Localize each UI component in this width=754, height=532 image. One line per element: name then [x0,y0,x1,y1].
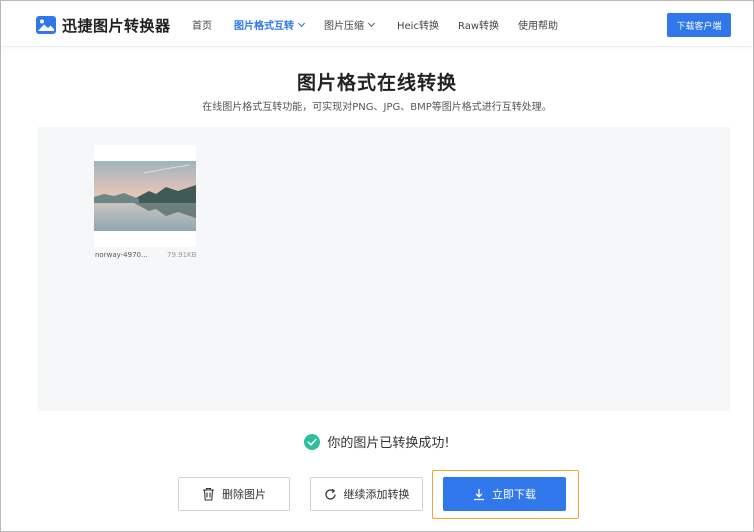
chevron-down-icon [297,22,306,27]
nav-label: Heic转换 [397,20,439,32]
trash-icon [203,487,214,501]
nav-item-compress[interactable]: 图片压缩 [324,17,376,32]
logo-text: 迅捷图片转换器 [62,16,171,35]
nav-label: Raw转换 [458,20,500,32]
continue-add-button[interactable]: 继续添加转换 [310,477,423,511]
nav-label: 图片格式互转 [234,20,294,32]
download-now-button[interactable]: 立即下载 [443,477,566,511]
file-work-area: norway-4970... 79.91KB [37,127,730,411]
conversion-status: 你的图片已转换成功! [0,432,754,451]
site-header: 迅捷图片转换器 首页 图片格式互转 图片压缩 Heic转换 Raw转换 使用帮助… [1,1,753,47]
download-icon [474,488,484,500]
nav-label: 首页 [192,20,212,32]
delete-image-button[interactable]: 删除图片 [178,477,290,511]
delete-label: 删除图片 [222,488,266,501]
file-card[interactable] [94,145,196,247]
download-client-button[interactable]: 下载客户端 [667,13,731,37]
chevron-down-icon [367,22,376,27]
image-thumbnail [94,161,196,231]
nav-item-help[interactable]: 使用帮助 [518,17,558,32]
status-text: 你的图片已转换成功! [327,436,450,451]
nav-label: 使用帮助 [518,20,558,32]
continue-label: 继续添加转换 [343,488,410,501]
nav-item-raw[interactable]: Raw转换 [458,17,499,32]
file-name: norway-4970... [95,251,148,259]
file-size: 79.91KB [167,251,197,259]
nav-item-heic[interactable]: Heic转换 [397,17,439,32]
image-logo-icon [36,16,56,34]
download-label: 立即下载 [492,488,536,501]
page-title: 图片格式在线转换 [296,72,457,94]
nav-item-home[interactable]: 首页 [192,17,212,32]
refresh-icon [324,488,336,500]
page-subtitle: 在线图片格式互转功能，可实现对PNG、JPG、BMP等图片格式进行互转处理。 [202,102,552,113]
logo[interactable]: 迅捷图片转换器 [36,14,171,36]
nav-item-format-convert[interactable]: 图片格式互转 [234,17,306,32]
check-circle-icon [304,433,321,450]
nav-label: 图片压缩 [324,20,364,32]
